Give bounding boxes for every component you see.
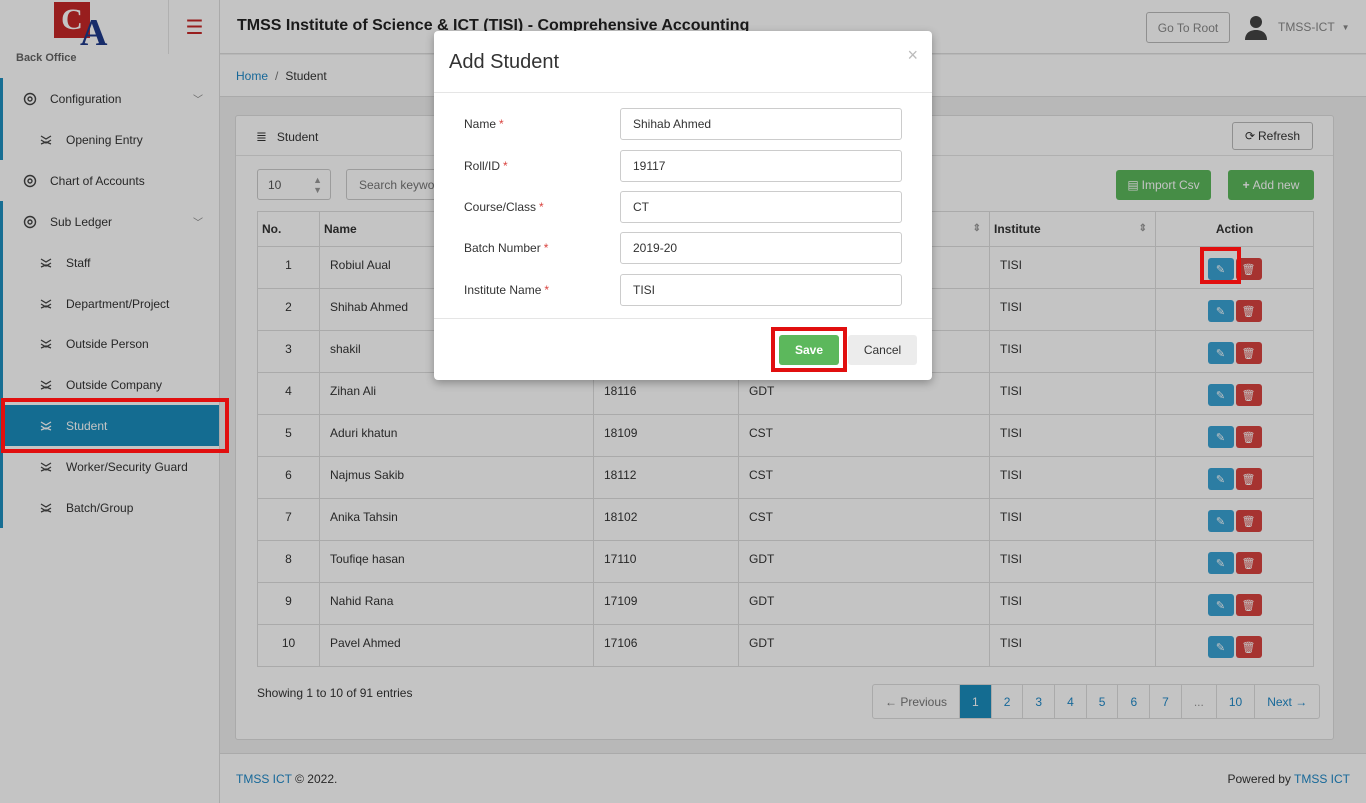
form-row-course-class: Course/Class * — [464, 191, 904, 223]
modal-title: Add Student — [449, 51, 560, 73]
name-field[interactable] — [620, 108, 902, 140]
cancel-button[interactable]: Cancel — [848, 335, 917, 365]
field-label-text: Roll/ID — [464, 159, 501, 173]
field-label: Course/Class * — [464, 200, 544, 214]
batch-number-field[interactable] — [620, 232, 902, 264]
required-mark: * — [499, 117, 504, 131]
field-label-text: Course/Class — [464, 200, 537, 214]
required-mark: * — [544, 283, 550, 297]
modal-footer: Save Cancel — [434, 318, 932, 380]
form-row-roll-id: Roll/ID * — [464, 150, 904, 182]
close-icon[interactable]: × — [907, 45, 918, 66]
add-student-modal: Add Student × Name* Roll/ID* Course/Clas… — [434, 31, 932, 380]
required-mark: * — [539, 200, 544, 214]
field-label-text: Institute Name — [464, 283, 542, 297]
required-mark: * — [503, 159, 508, 173]
form-row-institute-name: Institute Name * — [464, 274, 904, 306]
field-label-text: Name — [464, 117, 497, 131]
form-row-name: Name * — [464, 108, 904, 140]
modal-header: Add Student × — [434, 31, 932, 93]
field-label: Institute Name * — [464, 283, 549, 297]
field-label: Roll/ID * — [464, 159, 508, 173]
field-label: Name * — [464, 117, 504, 131]
course-class-field[interactable] — [620, 191, 902, 223]
save-button[interactable]: Save — [779, 335, 839, 365]
required-mark: * — [543, 241, 549, 255]
roll-id-field[interactable] — [620, 150, 902, 182]
institute-name-field[interactable] — [620, 274, 902, 306]
form-row-batch-number: Batch Number * — [464, 232, 904, 264]
field-label-text: Batch Number — [464, 241, 541, 255]
field-label: Batch Number * — [464, 241, 548, 255]
